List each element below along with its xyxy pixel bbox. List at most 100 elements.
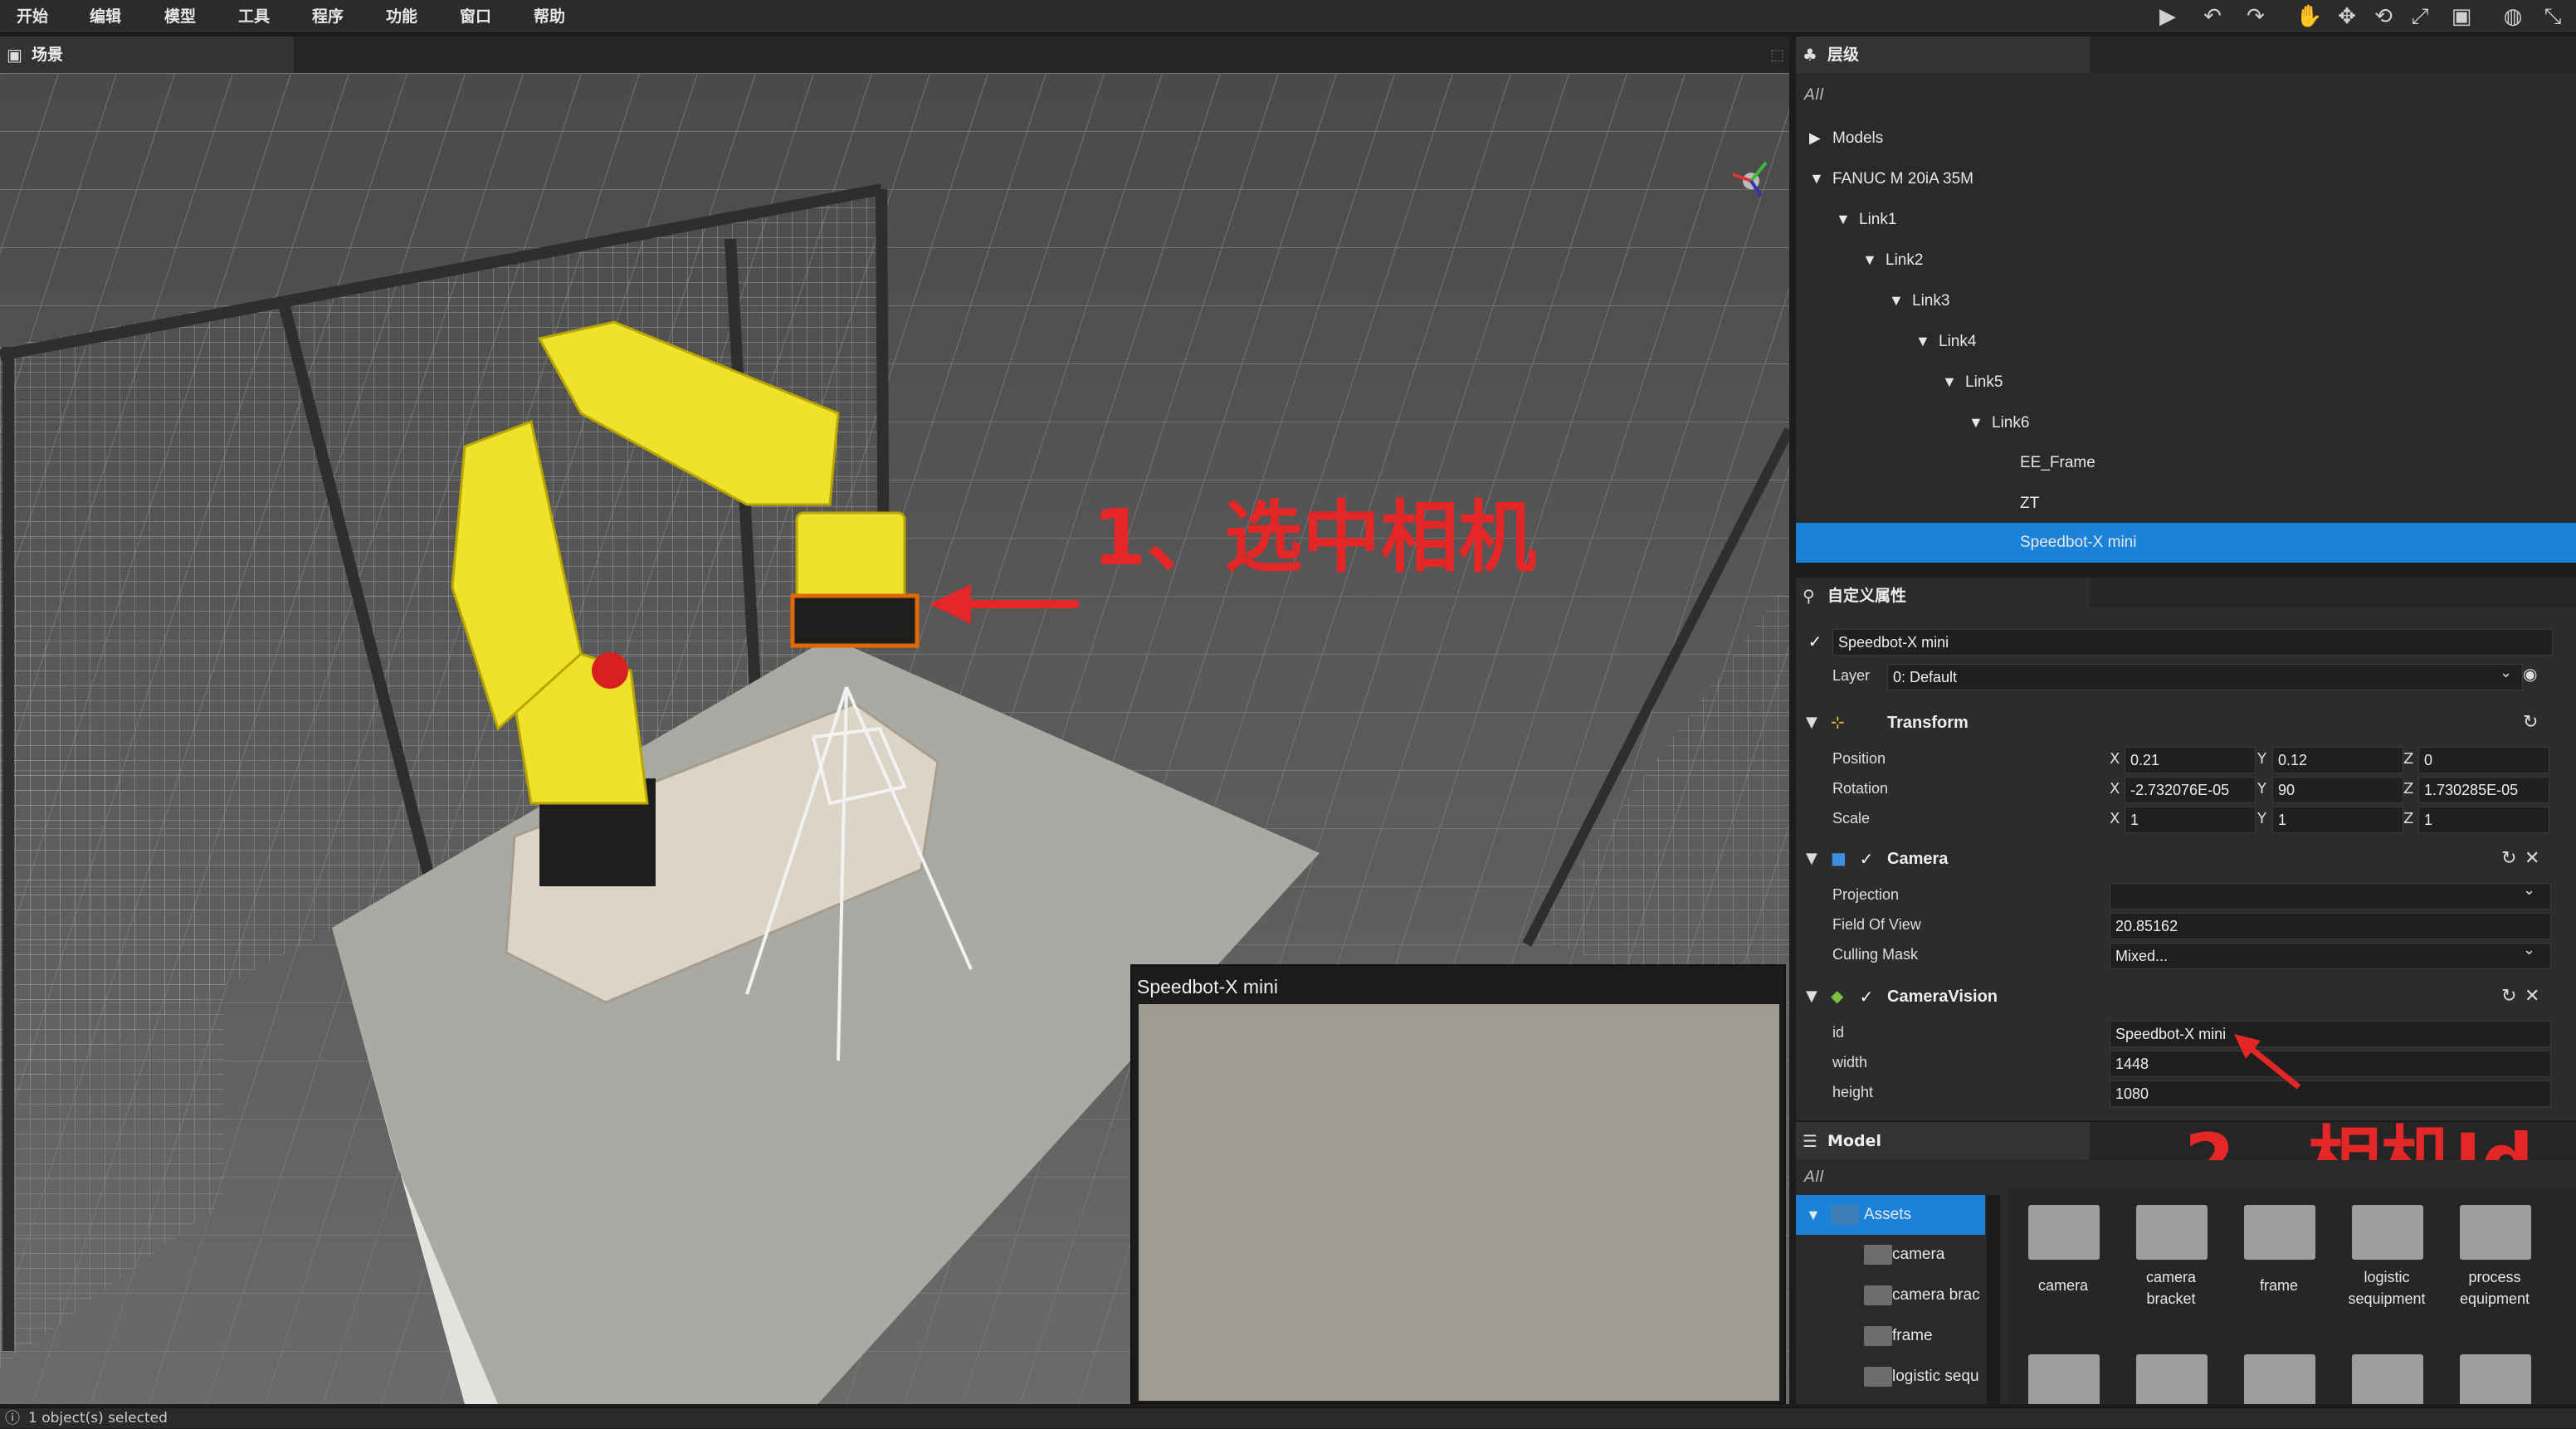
expanded-arrow-icon[interactable]: ▼ (1889, 280, 1912, 320)
scale-x[interactable]: 1 (2125, 807, 2256, 833)
asset-tile-camera-bracket[interactable]: camera bracket (2121, 1195, 2221, 1319)
redo-icon[interactable]: ↷ (2242, 3, 2269, 30)
axis-x-label: X (2110, 780, 2120, 797)
layer-label: Layer (1832, 667, 1871, 684)
annotation-select-camera: 1、选中相机 (1092, 493, 1537, 583)
tab-hierarchy[interactable]: ♣ 层级 (1796, 37, 2090, 73)
folder-logistic[interactable]: logistic sequ (1796, 1357, 1985, 1397)
tab-scene[interactable]: ▣ 场景 (0, 37, 294, 73)
undo-icon[interactable]: ↶ (2199, 3, 2226, 30)
menu-function[interactable]: 功能 (386, 0, 417, 33)
asset-tile-logistic[interactable]: logistic sequipment (2337, 1195, 2437, 1319)
hand-pan-icon[interactable]: ✋ (2295, 3, 2322, 30)
rect-select-icon[interactable]: ▣ (2448, 3, 2475, 30)
scale-y[interactable]: 1 (2272, 807, 2403, 833)
asset-tile-more[interactable] (2121, 1344, 2221, 1404)
rotate-icon[interactable]: ⟲ (2370, 3, 2397, 30)
camera-preview-window[interactable]: Speedbot-X mini (1130, 964, 1786, 1404)
layer-select[interactable]: 0: Default (1887, 664, 2523, 690)
chevron-down-icon[interactable]: ⌄ (2500, 664, 2512, 681)
menu-help[interactable]: 帮助 (534, 0, 565, 33)
tree-node-link4[interactable]: ▼ Link4 (1915, 321, 1976, 361)
tree-node-zt[interactable]: ZT (2020, 484, 2039, 524)
hierarchy-filter[interactable]: All (1804, 80, 1824, 110)
menu-bar: 开始 编辑 模型 工具 程序 功能 窗口 帮助 ▶ ↶ ↷ ✋ ✥ ⟲ ⤢ ▣ … (0, 0, 2576, 33)
expanded-arrow-icon[interactable]: ▼ (1969, 402, 1992, 442)
rotation-y[interactable]: 90 (2272, 777, 2403, 803)
node-label: Link6 (1992, 414, 2030, 432)
vision-enabled-checkbox[interactable]: ✓ (1857, 988, 1876, 1006)
menu-model[interactable]: 模型 (164, 0, 196, 33)
camera-id-field[interactable]: Speedbot-X mini (2110, 1021, 2551, 1047)
play-step-icon[interactable]: ▶ (2154, 3, 2181, 30)
expanded-arrow-icon[interactable]: ▼ (1806, 988, 1817, 1005)
tree-scrollbar[interactable] (1987, 1195, 2000, 1404)
asset-tile-more[interactable] (2445, 1344, 2544, 1404)
expanded-arrow-icon[interactable]: ▼ (1806, 1195, 1821, 1235)
reset-icon[interactable]: ↻ (2523, 712, 2538, 733)
culling-mask-select[interactable]: Mixed... (2110, 943, 2551, 969)
model-filter[interactable]: All (1804, 1162, 1824, 1192)
tile-label: process equipment (2459, 1269, 2530, 1307)
fov-field[interactable]: 20.85162 (2110, 913, 2551, 939)
folder-frame[interactable]: frame (1796, 1316, 1985, 1356)
expanded-arrow-icon[interactable]: ▼ (1942, 362, 1965, 402)
transform-mode-icon[interactable]: ⤡ (2539, 3, 2566, 30)
tree-node-speedbot-selected[interactable]: Speedbot-X mini (1796, 523, 2576, 563)
menu-program[interactable]: 程序 (312, 0, 344, 33)
reset-icon[interactable]: ↻ (2501, 986, 2516, 1007)
object-name-field[interactable]: Speedbot-X mini (1832, 629, 2553, 656)
expanded-arrow-icon[interactable]: ▼ (1806, 714, 1817, 731)
asset-tile-more[interactable] (2229, 1344, 2329, 1404)
asset-tile-more[interactable] (2013, 1344, 2113, 1404)
collapsed-arrow-icon[interactable]: ▶ (1809, 118, 1832, 158)
maximize-icon[interactable]: ⬚ (1770, 46, 1784, 64)
axis-x-label: X (2110, 810, 2120, 827)
folder-assets[interactable]: ▼ Assets (1796, 1195, 1985, 1235)
position-z[interactable]: 0 (2418, 747, 2549, 773)
chevron-down-icon[interactable]: ⌄ (2523, 941, 2535, 958)
tree-node-link1[interactable]: ▼ Link1 (1836, 199, 1896, 239)
tab-model[interactable]: ☰ Model (1796, 1122, 2090, 1160)
reset-icon[interactable]: ↻ (2501, 848, 2516, 869)
move-icon[interactable]: ✥ (2334, 3, 2360, 30)
menu-edit[interactable]: 编辑 (90, 0, 121, 33)
asset-tile-camera[interactable]: camera (2013, 1195, 2113, 1319)
folder-icon (2028, 1205, 2100, 1260)
expanded-arrow-icon[interactable]: ▼ (1836, 199, 1859, 239)
scale-icon[interactable]: ⤢ (2407, 3, 2433, 30)
expanded-arrow-icon[interactable]: ▼ (1809, 159, 1832, 198)
expanded-arrow-icon[interactable]: ▼ (1915, 321, 1939, 361)
folder-camera[interactable]: camera (1796, 1235, 1985, 1275)
position-x[interactable]: 0.21 (2125, 747, 2256, 773)
scale-z[interactable]: 1 (2418, 807, 2549, 833)
tree-node-link3[interactable]: ▼ Link3 (1889, 280, 1949, 320)
close-icon[interactable]: ✕ (2525, 986, 2539, 1007)
target-icon[interactable]: ◉ (2523, 664, 2537, 684)
tree-node-link6[interactable]: ▼ Link6 (1969, 402, 2029, 442)
asset-tile-process[interactable]: process equipment (2445, 1195, 2544, 1319)
asset-tile-more[interactable] (2337, 1344, 2437, 1404)
expanded-arrow-icon[interactable]: ▼ (1806, 850, 1817, 867)
menu-window[interactable]: 窗口 (460, 0, 491, 33)
tree-node-models[interactable]: ▶ Models (1809, 118, 1883, 158)
active-checkbox[interactable]: ✓ (1806, 632, 1824, 651)
expanded-arrow-icon[interactable]: ▼ (1862, 240, 1886, 280)
projection-select[interactable] (2110, 883, 2551, 910)
close-icon[interactable]: ✕ (2525, 848, 2539, 869)
tree-node-ee-frame[interactable]: EE_Frame (2020, 443, 2095, 483)
position-y[interactable]: 0.12 (2272, 747, 2403, 773)
chevron-down-icon[interactable]: ⌄ (2523, 881, 2535, 899)
camera-enabled-checkbox[interactable]: ✓ (1857, 850, 1876, 868)
globe-icon[interactable]: ◍ (2500, 3, 2526, 30)
menu-tools[interactable]: 工具 (238, 0, 270, 33)
rotation-z[interactable]: 1.730285E-05 (2418, 777, 2549, 803)
tree-node-link2[interactable]: ▼ Link2 (1862, 240, 1923, 280)
width-field[interactable]: 1448 (2110, 1051, 2551, 1077)
tree-node-link5[interactable]: ▼ Link5 (1942, 362, 2003, 402)
menu-start[interactable]: 开始 (17, 0, 48, 33)
tree-node-fanuc[interactable]: ▼ FANUC M 20iA 35M (1809, 159, 1973, 198)
asset-tile-frame[interactable]: frame (2229, 1195, 2329, 1319)
rotation-x[interactable]: -2.732076E-05 (2125, 777, 2256, 803)
folder-camera-bracket[interactable]: camera brac (1796, 1275, 1985, 1315)
